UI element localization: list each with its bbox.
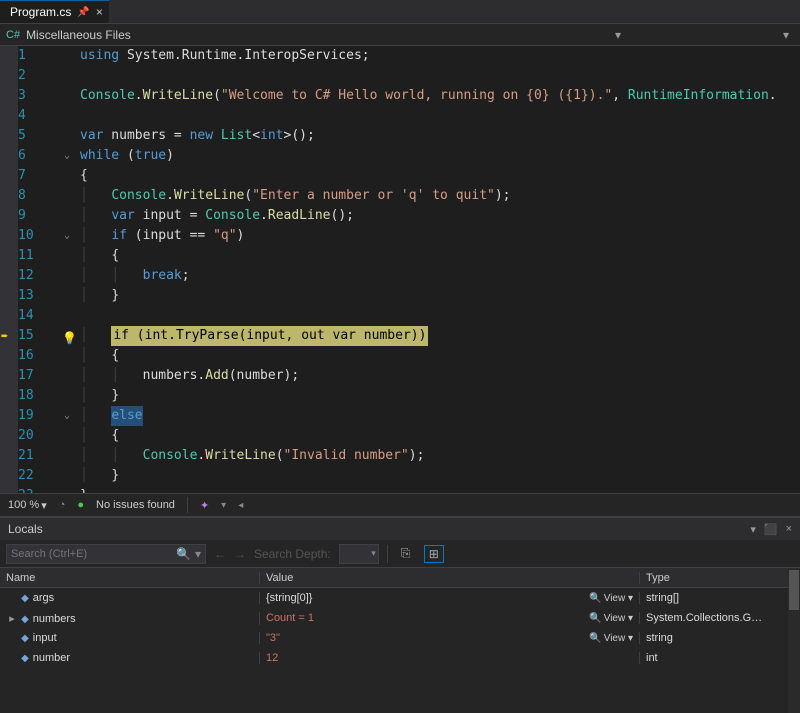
grid-header[interactable]: Name Value Type bbox=[0, 568, 800, 588]
search-icon[interactable]: 🔍 bbox=[176, 547, 191, 561]
toolbar-icon-1[interactable]: ⎘ bbox=[396, 546, 416, 561]
fold-gutter[interactable]: ⌄⌄⌄⌄ bbox=[58, 46, 76, 493]
chevron-down-icon[interactable]: ▾ bbox=[221, 500, 226, 511]
pin-icon[interactable]: ⬛ bbox=[764, 523, 778, 536]
code-editor[interactable]: ➨ 12345678910111213141516171819202122232… bbox=[0, 46, 800, 493]
zoom-dropdown[interactable]: 100 % ▾ bbox=[8, 499, 47, 512]
toolbar-icon-2[interactable]: ⊞ bbox=[424, 545, 444, 563]
tab-title: Program.cs bbox=[10, 5, 71, 19]
view-button[interactable]: 🔍View ▾ bbox=[589, 593, 633, 604]
arrow-left-icon: ← bbox=[214, 547, 226, 561]
wand-icon[interactable]: ✦ bbox=[200, 499, 209, 512]
chevron-down-icon: ▾ bbox=[41, 499, 47, 512]
chevron-down-icon[interactable]: ▾ bbox=[195, 547, 201, 561]
close-icon[interactable]: × bbox=[786, 523, 792, 536]
line-number-gutter: 1234567891011121314151617181920212223242… bbox=[18, 46, 58, 493]
depth-label: Search Depth: bbox=[254, 547, 331, 561]
locals-header[interactable]: Locals ▾ ⬛ × bbox=[0, 518, 800, 540]
separator bbox=[387, 545, 388, 563]
locals-toolbar: 🔍 ▾ ← → Search Depth: ▾ ⎘ ⊞ bbox=[0, 540, 800, 568]
view-button[interactable]: 🔍View ▾ bbox=[589, 613, 633, 624]
depth-dropdown[interactable]: ▾ bbox=[339, 544, 379, 564]
col-name[interactable]: Name bbox=[0, 572, 260, 584]
scrollbar-thumb[interactable] bbox=[789, 570, 799, 610]
arrow-right-icon: → bbox=[234, 547, 246, 561]
scope-label: Miscellaneous Files bbox=[26, 28, 131, 42]
issues-text: No issues found bbox=[96, 499, 175, 511]
view-button[interactable]: 🔍View ▾ bbox=[589, 633, 633, 644]
chevron-down-icon[interactable]: ▾ bbox=[610, 28, 626, 42]
window-menu-icon[interactable]: ▾ bbox=[750, 523, 756, 536]
arrow-left-icon[interactable]: ◂ bbox=[238, 500, 243, 511]
scope-dropdown[interactable]: Miscellaneous Files bbox=[26, 26, 604, 44]
locals-title: Locals bbox=[8, 522, 43, 536]
scrollbar[interactable] bbox=[788, 568, 800, 713]
chevron-down-icon[interactable]: ▾ bbox=[778, 28, 794, 42]
col-type[interactable]: Type bbox=[640, 572, 800, 584]
check-icon: ● bbox=[77, 499, 84, 511]
locals-grid: Name Value Type ◆args{string[0]}🔍View ▾s… bbox=[0, 568, 800, 713]
search-input[interactable] bbox=[11, 548, 172, 560]
col-value[interactable]: Value bbox=[260, 572, 640, 584]
tab-bar: Program.cs 📌 × bbox=[0, 0, 800, 24]
glyph-margin[interactable]: ➨ bbox=[0, 46, 18, 493]
table-row[interactable]: ◆args{string[0]}🔍View ▾string[] bbox=[0, 588, 800, 608]
table-row[interactable]: ◆number12int bbox=[0, 648, 800, 668]
health-indicator-icon[interactable]: ◔ bbox=[59, 499, 66, 511]
context-bar: C# Miscellaneous Files ▾ ▾ bbox=[0, 24, 800, 46]
code-area[interactable]: using System.Runtime.InteropServices;Con… bbox=[76, 46, 800, 493]
table-row[interactable]: ◆input"3"🔍View ▾string bbox=[0, 628, 800, 648]
current-statement-arrow: ➨ bbox=[1, 326, 8, 346]
locals-panel: Locals ▾ ⬛ × 🔍 ▾ ← → Search Depth: ▾ ⎘ ⊞… bbox=[0, 517, 800, 713]
locals-search[interactable]: 🔍 ▾ bbox=[6, 544, 206, 564]
lightbulb-icon[interactable]: 💡 bbox=[62, 328, 77, 348]
pin-icon[interactable]: 📌 bbox=[77, 7, 89, 18]
editor-status-bar: 100 % ▾ ◔ ● No issues found ✦ ▾ ◂ bbox=[0, 493, 800, 517]
separator bbox=[187, 497, 188, 513]
csharp-icon: C# bbox=[6, 29, 20, 41]
close-icon[interactable]: × bbox=[96, 5, 103, 19]
editor-tab[interactable]: Program.cs 📌 × bbox=[0, 0, 109, 23]
zoom-value: 100 % bbox=[8, 499, 39, 511]
table-row[interactable]: ▸ ◆numbersCount = 1🔍View ▾System.Collect… bbox=[0, 608, 800, 628]
